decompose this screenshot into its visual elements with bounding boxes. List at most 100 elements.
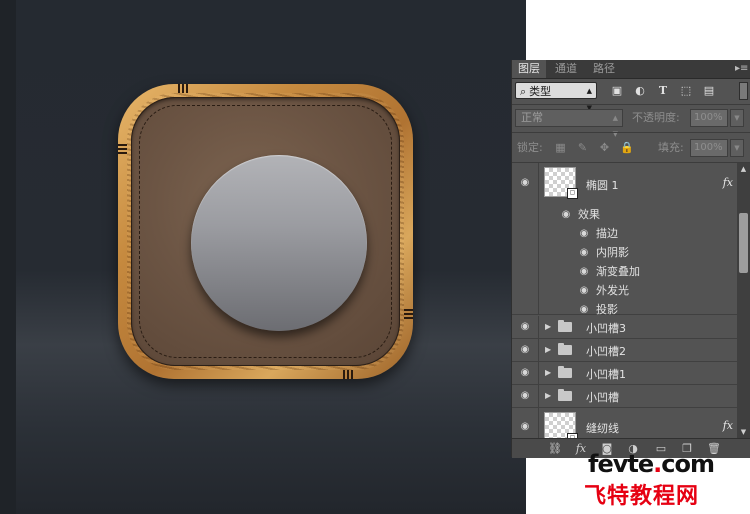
chevron-right-icon[interactable]: ▶ <box>545 322 551 331</box>
scroll-thumb[interactable] <box>739 213 748 273</box>
visibility-column: ◉ <box>512 362 539 384</box>
layers-scrollbar[interactable]: ▲ ▼ <box>737 163 750 438</box>
watermark-domain: fevte.com <box>588 450 715 478</box>
layer-name[interactable]: 小凹槽1 <box>586 366 626 382</box>
visibility-column: ◉ <box>512 316 539 338</box>
lock-all-icon[interactable]: 🔒 <box>620 141 634 154</box>
eye-icon[interactable]: ◉ <box>578 305 590 315</box>
visibility-column: ◉ <box>512 339 539 361</box>
canvas-area <box>0 0 526 514</box>
leather-panel <box>131 97 400 366</box>
layer-row-group[interactable]: ◉ ▶ 小凹槽1 <box>512 362 737 385</box>
frame-notch <box>404 317 413 319</box>
layer-name[interactable]: 小凹槽2 <box>586 343 626 359</box>
frame-notch <box>347 370 349 379</box>
frame-notch <box>186 84 188 93</box>
layer-row-group[interactable]: ◉ ▶ 小凹槽3 <box>512 316 737 339</box>
effect-inner-shadow[interactable]: 内阴影 <box>596 244 629 260</box>
frame-notch <box>118 148 127 150</box>
effects-label: 效果 <box>578 208 600 221</box>
panel-menu-icon[interactable]: ▸≡ <box>735 63 748 75</box>
layers-panel: 图层 通道 路径 ▸≡ ⌕ 类型 ▲ ▼ ▣ ◐ T ⬚ ▤ 正常 ▲ ▼ 不透明度:… <box>511 60 750 458</box>
eye-icon[interactable]: ◉ <box>578 267 590 277</box>
eye-icon[interactable]: ◉ <box>578 286 590 296</box>
layer-name[interactable]: 小凹槽3 <box>586 320 626 336</box>
scroll-up-icon[interactable]: ▲ <box>737 163 750 175</box>
filter-toggle[interactable] <box>739 82 748 100</box>
filter-kind-select[interactable]: ⌕ 类型 ▲ ▼ <box>515 82 597 112</box>
frame-notch <box>351 370 353 379</box>
scroll-down-icon[interactable]: ▼ <box>737 426 750 438</box>
blend-mode-value: 正常 <box>521 111 543 124</box>
lock-brush-icon[interactable]: ✎ <box>576 141 589 154</box>
eye-icon[interactable]: ◉ <box>519 391 531 401</box>
eye-icon[interactable]: ◉ <box>578 229 590 239</box>
opacity-dropdown-button[interactable]: ▼ <box>730 109 744 127</box>
center-ellipse-button <box>191 155 367 331</box>
fx-icon[interactable]: fx <box>723 176 733 189</box>
folder-icon <box>558 389 572 401</box>
layer-name[interactable]: 小凹槽 <box>586 389 619 405</box>
lock-row: 锁定: ▦ ✎ ✥ 🔒 填充: 100% ▼ <box>512 136 750 160</box>
tab-layers[interactable]: 图层 <box>512 60 546 78</box>
visibility-column: ◉ <box>512 408 539 438</box>
shape-filter-icon[interactable]: ⬚ <box>679 84 693 98</box>
eye-icon[interactable]: ◉ <box>578 248 590 258</box>
chevron-right-icon[interactable]: ▶ <box>545 345 551 354</box>
adjustment-filter-icon[interactable]: ◐ <box>633 84 647 98</box>
eye-icon[interactable]: ◉ <box>519 178 531 188</box>
blend-mode-select[interactable]: 正常 ▲ ▼ <box>515 109 623 138</box>
layer-name[interactable]: 椭圆 1 <box>586 177 619 193</box>
eye-icon[interactable]: ◉ <box>519 422 531 432</box>
folder-icon <box>558 343 572 355</box>
frame-notch <box>182 84 184 93</box>
chevron-right-icon[interactable]: ▶ <box>545 368 551 377</box>
layer-thumbnail: ▢ <box>544 412 578 438</box>
image-filter-icon[interactable]: ▣ <box>610 84 624 98</box>
search-icon: ⌕ <box>520 85 527 98</box>
smart-object-filter-icon[interactable]: ▤ <box>702 84 716 98</box>
lock-position-icon[interactable]: ✥ <box>598 141 611 154</box>
opacity-label: 不透明度: <box>632 111 680 124</box>
fx-icon[interactable]: fx <box>723 419 733 432</box>
layer-row-group[interactable]: ◉ ▶ 小凹槽2 <box>512 339 737 362</box>
lock-transparency-icon[interactable]: ▦ <box>554 141 567 154</box>
eye-icon[interactable]: ◉ <box>519 322 531 332</box>
tab-channels[interactable]: 通道 <box>549 60 583 78</box>
effect-drop-shadow[interactable]: 投影 <box>596 301 618 317</box>
filter-row: ⌕ 类型 ▲ ▼ ▣ ◐ T ⬚ ▤ <box>512 80 750 112</box>
filter-kind-label: 类型 <box>529 85 552 98</box>
blend-row: 正常 ▲ ▼ 不透明度: 100% ▼ <box>512 106 750 138</box>
link-layers-icon[interactable]: ⛓ <box>548 442 562 455</box>
layer-row-stitch[interactable]: ◉ ▢ 缝纫线 fx <box>512 408 737 438</box>
shape-badge-icon: ▢ <box>567 188 578 199</box>
layer-row-group[interactable]: ◉ ▶ 小凹槽 <box>512 385 737 408</box>
layer-thumbnail: ▢ <box>544 167 578 199</box>
fill-dropdown-button[interactable]: ▼ <box>730 139 744 157</box>
fill-label: 填充: <box>658 141 684 154</box>
divider <box>512 132 750 133</box>
layer-name[interactable]: 缝纫线 <box>586 420 619 436</box>
effect-stroke[interactable]: 描边 <box>596 225 618 241</box>
frame-notch <box>178 84 180 93</box>
frame-notch <box>118 152 127 154</box>
layer-row-ellipse-1[interactable]: ◉ ▢ 椭圆 1 fx ◉ 效果 ◉ 描边 ◉ 内阴影 ◉ 渐变叠加 ◉ 外发光… <box>512 163 737 317</box>
effect-gradient-overlay[interactable]: 渐变叠加 <box>596 263 640 279</box>
chevron-right-icon[interactable]: ▶ <box>545 391 551 400</box>
panel-tab-bar: 图层 通道 路径 ▸≡ <box>512 60 750 79</box>
eye-icon[interactable]: ◉ <box>519 368 531 378</box>
opacity-input[interactable]: 100% <box>690 109 728 127</box>
eye-icon[interactable]: ◉ <box>560 210 572 220</box>
leather-app-icon <box>118 84 413 379</box>
divider <box>512 104 750 105</box>
tab-paths[interactable]: 路径 <box>587 60 621 78</box>
lock-label: 锁定: <box>517 141 543 154</box>
type-filter-icon[interactable]: T <box>656 84 670 98</box>
canvas-left-strip <box>0 0 16 514</box>
eye-icon[interactable]: ◉ <box>519 345 531 355</box>
watermark-logo: fevte.com 飞特教程网 <box>584 450 750 514</box>
visibility-column: ◉ <box>512 163 539 314</box>
effect-outer-glow[interactable]: 外发光 <box>596 282 629 298</box>
fill-input[interactable]: 100% <box>690 139 728 157</box>
folder-icon <box>558 366 572 378</box>
